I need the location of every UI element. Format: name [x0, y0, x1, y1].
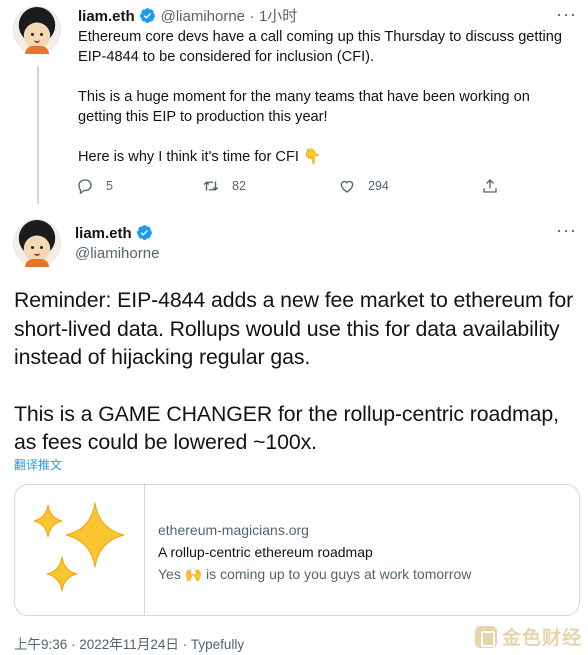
like-button[interactable]: 294	[338, 177, 389, 195]
tweet-header: liam.eth @liamihorne · 1小时	[78, 5, 297, 26]
retweet-button[interactable]: 82	[202, 177, 246, 195]
tweet-actions: 5 82 294	[76, 177, 506, 197]
sparkles-icon	[33, 502, 125, 592]
card-description: Yes 🙌 is coming up to you guys at work t…	[158, 566, 472, 582]
link-card[interactable]: ethereum-magicians.org A rollup-centric …	[14, 484, 580, 616]
author-name-row: liam.eth	[75, 224, 153, 243]
tweet-text: Reminder: EIP-4844 adds a new fee market…	[14, 286, 584, 457]
reply-button[interactable]: 5	[76, 177, 113, 195]
tweet-timestamp[interactable]: 上午9:36 · 2022年11月24日 · Typefully	[14, 633, 244, 653]
tweet-paragraph: Reminder: EIP-4844 adds a new fee market…	[14, 288, 574, 369]
translate-link[interactable]: 翻译推文	[14, 456, 62, 473]
watermark-logo-icon	[474, 625, 497, 648]
avatar[interactable]	[13, 6, 61, 54]
card-domain: ethereum-magicians.org	[158, 522, 309, 538]
card-title: A rollup-centric ethereum roadmap	[158, 544, 373, 560]
share-icon	[483, 179, 497, 193]
author-name[interactable]: liam.eth	[78, 8, 135, 25]
like-icon	[340, 180, 354, 193]
like-count: 294	[368, 179, 389, 193]
author-name[interactable]: liam.eth	[75, 225, 132, 242]
tweet-paragraph: This is a GAME CHANGER for the rollup-ce…	[14, 401, 559, 455]
watermark-text: 金色财经	[501, 628, 582, 649]
tweet-paragraph: This is a huge moment for the many teams…	[78, 89, 530, 125]
retweet-icon	[203, 181, 219, 191]
avatar-face	[29, 30, 45, 43]
tweet-paragraph: Ethereum core devs have a call coming up…	[78, 29, 563, 65]
avatar-shirt	[25, 259, 49, 267]
more-icon[interactable]: ···	[556, 4, 577, 25]
thread-connector-line	[37, 66, 39, 204]
share-button[interactable]	[481, 177, 511, 195]
verified-badge-icon	[137, 225, 153, 240]
author-handle[interactable]: @liamihorne	[75, 245, 159, 262]
avatar-face	[29, 243, 45, 256]
tweet-time[interactable]: 1小时	[259, 8, 297, 25]
tweet-paragraph: Here is why I think it's time for CFI 👇	[78, 149, 322, 165]
retweet-count: 82	[232, 179, 246, 193]
reply-count: 5	[106, 179, 113, 193]
avatar[interactable]	[13, 219, 61, 267]
tweet-text: Ethereum core devs have a call coming up…	[78, 27, 573, 167]
verified-badge-icon	[140, 8, 156, 23]
avatar-shirt	[25, 46, 49, 54]
reply-icon	[78, 179, 92, 195]
author-handle[interactable]: @liamihorne	[161, 8, 245, 25]
dot-separator: ·	[249, 8, 255, 25]
card-image	[15, 485, 145, 615]
card-text: ethereum-magicians.org A rollup-centric …	[158, 519, 471, 585]
more-icon[interactable]: ···	[556, 220, 577, 241]
watermark: 金色财经	[474, 623, 582, 650]
